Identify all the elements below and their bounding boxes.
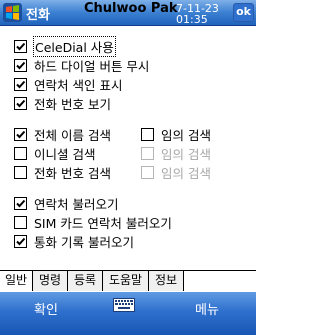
option-celedial[interactable]: CeleDial 사용 <box>14 35 116 57</box>
checkbox[interactable] <box>141 127 154 141</box>
option-label: 임의 검색 <box>161 127 211 143</box>
option-label: 전화 번호 보기 <box>34 96 111 112</box>
checkbox[interactable] <box>14 215 27 229</box>
option-contact-index[interactable]: 연락처 색인 표시 <box>14 76 123 93</box>
option-load-sim-contacts[interactable]: SIM 카드 연락처 불러오기 <box>14 214 172 231</box>
option-initial-search[interactable]: 이니셜 검색 <box>14 145 96 162</box>
option-label: 이니셜 검색 <box>34 146 96 162</box>
title-bar: 전화 Chulwoo Pak 7-11-23 01:35 ok <box>0 0 256 26</box>
checkbox[interactable] <box>14 127 27 141</box>
checkbox[interactable] <box>14 165 27 179</box>
option-label: 임의 검색 <box>161 146 211 162</box>
option-label: 전화 번호 검색 <box>34 165 111 181</box>
option-any-search-2: 임의 검색 <box>141 145 211 162</box>
tab-register[interactable]: 등록 <box>68 271 103 291</box>
checkbox[interactable] <box>14 39 27 53</box>
option-label: CeleDial 사용 <box>33 35 116 57</box>
option-label: 연락처 불러오기 <box>34 196 119 212</box>
checkmark-icon <box>16 130 26 138</box>
option-label: 연락처 색인 표시 <box>34 77 123 93</box>
tab-commands[interactable]: 명령 <box>33 271 68 291</box>
windows-flag-icon[interactable] <box>3 3 22 22</box>
menu-softkey[interactable]: 메뉴 <box>195 299 219 318</box>
option-label: 통화 기록 불러오기 <box>34 234 134 250</box>
window-title: 전화 <box>26 8 50 23</box>
option-full-name-search[interactable]: 전체 이름 검색 <box>14 126 111 143</box>
ok-button[interactable]: ok <box>233 3 254 22</box>
time-display: 01:35 <box>176 13 208 26</box>
option-hard-dial[interactable]: 하드 다이얼 버튼 무시 <box>14 57 150 74</box>
checkbox[interactable] <box>14 58 27 72</box>
checkbox[interactable] <box>14 234 27 248</box>
checkmark-icon <box>16 237 26 245</box>
checkbox[interactable] <box>14 146 27 160</box>
checkbox[interactable] <box>14 96 27 110</box>
confirm-softkey[interactable]: 확인 <box>34 299 58 318</box>
checkmark-icon <box>16 80 26 88</box>
checkmark-icon <box>16 61 26 69</box>
softkey-bar: 확인 메뉴 <box>0 292 256 335</box>
option-phone-number[interactable]: 전화 번호 보기 <box>14 95 111 112</box>
option-load-contacts[interactable]: 연락처 불러오기 <box>14 195 119 212</box>
option-label: 하드 다이얼 버튼 무시 <box>34 58 150 74</box>
tab-help[interactable]: 도움말 <box>103 271 149 291</box>
user-name: Chulwoo Pak <box>84 1 178 16</box>
option-phone-number-search[interactable]: 전화 번호 검색 <box>14 164 111 181</box>
option-load-call-log[interactable]: 통화 기록 불러오기 <box>14 233 134 250</box>
checkmark-icon <box>16 199 26 207</box>
option-label: 전체 이름 검색 <box>34 127 111 143</box>
tab-strip: 일반 명령 등록 도움말 정보 <box>0 270 256 292</box>
checkmark-icon <box>16 99 26 107</box>
option-any-search-1[interactable]: 임의 검색 <box>141 126 211 143</box>
option-label: 임의 검색 <box>161 165 211 181</box>
settings-panel: CeleDial 사용 하드 다이얼 버튼 무시 연락처 색인 표시 전화 번호… <box>0 27 256 270</box>
tab-general[interactable]: 일반 <box>0 271 33 291</box>
checkbox <box>141 165 154 179</box>
option-any-search-3: 임의 검색 <box>141 164 211 181</box>
checkbox[interactable] <box>14 196 27 210</box>
option-label: SIM 카드 연락처 불러오기 <box>34 215 172 231</box>
checkbox[interactable] <box>14 77 27 91</box>
keyboard-icon[interactable] <box>113 298 135 312</box>
tab-info[interactable]: 정보 <box>149 271 184 291</box>
checkbox <box>141 146 154 160</box>
checkmark-icon <box>16 42 26 50</box>
